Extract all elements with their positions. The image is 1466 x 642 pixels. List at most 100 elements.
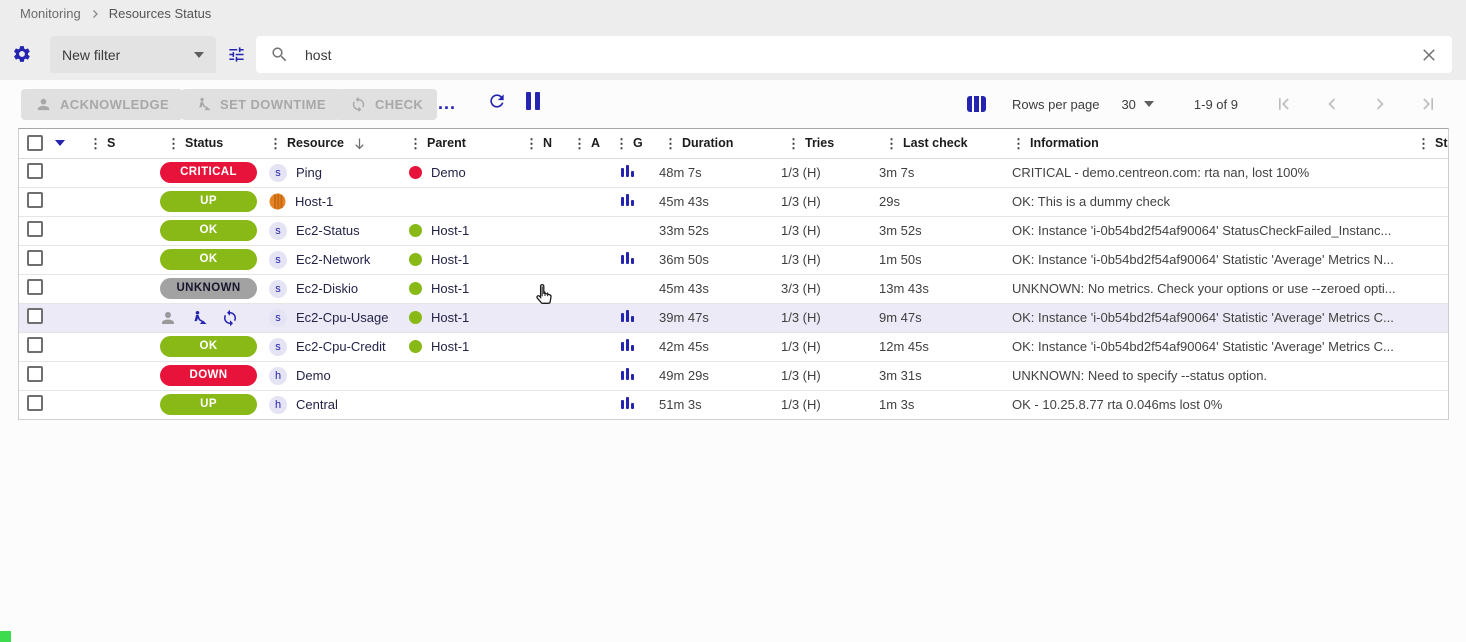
filter-select[interactable]: New filter bbox=[50, 36, 216, 73]
column-header-tries[interactable]: ⋮Tries bbox=[787, 136, 871, 150]
resource-name[interactable]: Central bbox=[296, 397, 338, 412]
drag-handle-icon[interactable]: ⋮ bbox=[573, 137, 586, 150]
acknowledge-icon[interactable] bbox=[159, 309, 177, 327]
resource-type-badge: s bbox=[269, 164, 287, 182]
parent-name[interactable]: Host-1 bbox=[431, 281, 469, 296]
parent-name[interactable]: Host-1 bbox=[431, 223, 469, 238]
pause-icon[interactable] bbox=[526, 92, 546, 112]
table-row[interactable]: CRITICALsPingDemo48m 7s1/3 (H)3m 7sCRITI… bbox=[19, 158, 1448, 187]
parent-name[interactable]: Demo bbox=[431, 165, 466, 180]
row-checkbox[interactable] bbox=[27, 192, 43, 208]
column-header-status[interactable]: ⋮Status bbox=[167, 136, 269, 150]
row-checkbox[interactable] bbox=[27, 279, 43, 295]
row-checkbox[interactable] bbox=[27, 366, 43, 382]
table-row[interactable]: OKsEc2-NetworkHost-136m 50s1/3 (H)1m 50s… bbox=[19, 245, 1448, 274]
column-header-a[interactable]: ⋮A bbox=[573, 136, 607, 150]
drag-handle-icon[interactable]: ⋮ bbox=[167, 137, 180, 150]
table-row[interactable]: DOWNhDemo49m 29s1/3 (H)3m 31sUNKNOWN: Ne… bbox=[19, 361, 1448, 390]
graph-icon[interactable] bbox=[621, 397, 634, 409]
selection-menu-icon[interactable] bbox=[55, 140, 65, 146]
table-row[interactable]: OKsEc2-StatusHost-133m 52s1/3 (H)3m 52sO… bbox=[19, 216, 1448, 245]
drag-handle-icon[interactable]: ⋮ bbox=[885, 137, 898, 150]
row-checkbox[interactable] bbox=[27, 337, 43, 353]
check-sync-icon[interactable] bbox=[221, 309, 239, 327]
table-row[interactable]: sEc2-Cpu-UsageHost-139m 47s1/3 (H)9m 47s… bbox=[19, 303, 1448, 332]
drag-handle-icon[interactable]: ⋮ bbox=[664, 137, 677, 150]
parent-name[interactable]: Host-1 bbox=[431, 339, 469, 354]
set-downtime-icon[interactable] bbox=[190, 309, 208, 327]
search-icon bbox=[270, 45, 289, 64]
sync-icon bbox=[350, 96, 367, 113]
refresh-icon[interactable] bbox=[487, 91, 507, 111]
column-header-g[interactable]: ⋮G bbox=[615, 136, 653, 150]
gear-icon[interactable] bbox=[12, 44, 32, 64]
row-checkbox[interactable] bbox=[27, 395, 43, 411]
last-page-button[interactable] bbox=[1404, 88, 1452, 120]
set-downtime-button[interactable]: SET DOWNTIME bbox=[181, 89, 340, 120]
tune-filter-icon[interactable] bbox=[227, 45, 246, 64]
previous-page-button[interactable] bbox=[1308, 88, 1356, 120]
graph-icon[interactable] bbox=[621, 165, 634, 177]
graph-icon[interactable] bbox=[621, 368, 634, 380]
drag-handle-icon[interactable]: ⋮ bbox=[1012, 137, 1025, 150]
drag-handle-icon[interactable]: ⋮ bbox=[525, 137, 538, 150]
column-header-duration[interactable]: ⋮Duration bbox=[664, 136, 773, 150]
resource-name[interactable]: Ping bbox=[296, 165, 322, 180]
table-row[interactable]: UPHost-145m 43s1/3 (H)29sOK: This is a d… bbox=[19, 187, 1448, 216]
first-page-button[interactable] bbox=[1260, 88, 1308, 120]
table-row[interactable]: UPhCentral51m 3s1/3 (H)1m 3sOK - 10.25.8… bbox=[19, 390, 1448, 419]
table-header-row: ⋮S ⋮Status ⋮Resource ⋮Parent ⋮N ⋮A ⋮G ⋮D… bbox=[19, 129, 1448, 158]
information-value: OK: Instance 'i-0b54bd2f54af90064' Statu… bbox=[996, 216, 1400, 245]
resource-name[interactable]: Ec2-Network bbox=[296, 252, 370, 267]
search-input[interactable] bbox=[305, 47, 1420, 63]
information-value: OK - 10.25.8.77 rta 0.046ms lost 0% bbox=[996, 390, 1400, 419]
column-header-parent[interactable]: ⋮Parent bbox=[409, 136, 509, 150]
parent-name[interactable]: Host-1 bbox=[431, 310, 469, 325]
row-checkbox[interactable] bbox=[27, 250, 43, 266]
drag-handle-icon[interactable]: ⋮ bbox=[1417, 137, 1430, 150]
drag-handle-icon[interactable]: ⋮ bbox=[615, 137, 628, 150]
column-header-information[interactable]: ⋮Information bbox=[1012, 136, 1400, 150]
column-header-state[interactable]: ⋮State bbox=[1417, 136, 1448, 150]
row-checkbox[interactable] bbox=[27, 163, 43, 179]
drag-handle-icon[interactable]: ⋮ bbox=[269, 137, 282, 150]
drag-handle-icon[interactable]: ⋮ bbox=[787, 137, 800, 150]
more-actions-button[interactable]: ... bbox=[438, 94, 456, 112]
drag-handle-icon[interactable]: ⋮ bbox=[409, 137, 422, 150]
columns-icon[interactable] bbox=[967, 96, 986, 112]
breadcrumb-monitoring[interactable]: Monitoring bbox=[20, 6, 81, 21]
acknowledge-button[interactable]: ACKNOWLEDGE bbox=[21, 89, 183, 120]
resource-name[interactable]: Ec2-Diskio bbox=[296, 281, 358, 296]
table-row[interactable]: UNKNOWNsEc2-DiskioHost-145m 43s3/3 (H)13… bbox=[19, 274, 1448, 303]
graph-icon[interactable] bbox=[621, 310, 634, 322]
rows-per-page-select[interactable]: 30 bbox=[1121, 97, 1153, 112]
check-button[interactable]: CHECK bbox=[336, 89, 437, 120]
resource-name[interactable]: Ec2-Cpu-Credit bbox=[296, 339, 386, 354]
breadcrumb-resources-status[interactable]: Resources Status bbox=[109, 6, 212, 21]
status-chip: DOWN bbox=[160, 365, 257, 386]
table-row[interactable]: OKsEc2-Cpu-CreditHost-142m 45s1/3 (H)12m… bbox=[19, 332, 1448, 361]
next-page-button[interactable] bbox=[1356, 88, 1404, 120]
column-header-resource[interactable]: ⋮Resource bbox=[269, 136, 409, 151]
tries-value: 1/3 (H) bbox=[773, 216, 871, 245]
parent-name[interactable]: Host-1 bbox=[431, 252, 469, 267]
last-check-value: 3m 31s bbox=[871, 361, 996, 390]
graph-icon[interactable] bbox=[621, 252, 634, 264]
resource-name[interactable]: Demo bbox=[296, 368, 331, 383]
graph-icon[interactable] bbox=[621, 339, 634, 351]
parent-status-dot bbox=[409, 282, 422, 295]
last-check-value: 3m 7s bbox=[871, 158, 996, 187]
select-all-checkbox[interactable] bbox=[27, 135, 43, 151]
row-checkbox[interactable] bbox=[27, 221, 43, 237]
drag-handle-icon[interactable]: ⋮ bbox=[89, 137, 102, 150]
row-checkbox[interactable] bbox=[27, 308, 43, 324]
graph-icon[interactable] bbox=[621, 194, 634, 206]
resource-name[interactable]: Ec2-Status bbox=[296, 223, 360, 238]
resource-name[interactable]: Host-1 bbox=[295, 194, 333, 209]
resource-name[interactable]: Ec2-Cpu-Usage bbox=[296, 310, 389, 325]
column-header-last-check[interactable]: ⋮Last check bbox=[885, 136, 996, 150]
clear-search-icon[interactable] bbox=[1420, 46, 1438, 64]
column-header-n[interactable]: ⋮N bbox=[525, 136, 557, 150]
chevron-right-icon bbox=[89, 8, 101, 20]
column-header-s[interactable]: ⋮S bbox=[89, 136, 149, 150]
